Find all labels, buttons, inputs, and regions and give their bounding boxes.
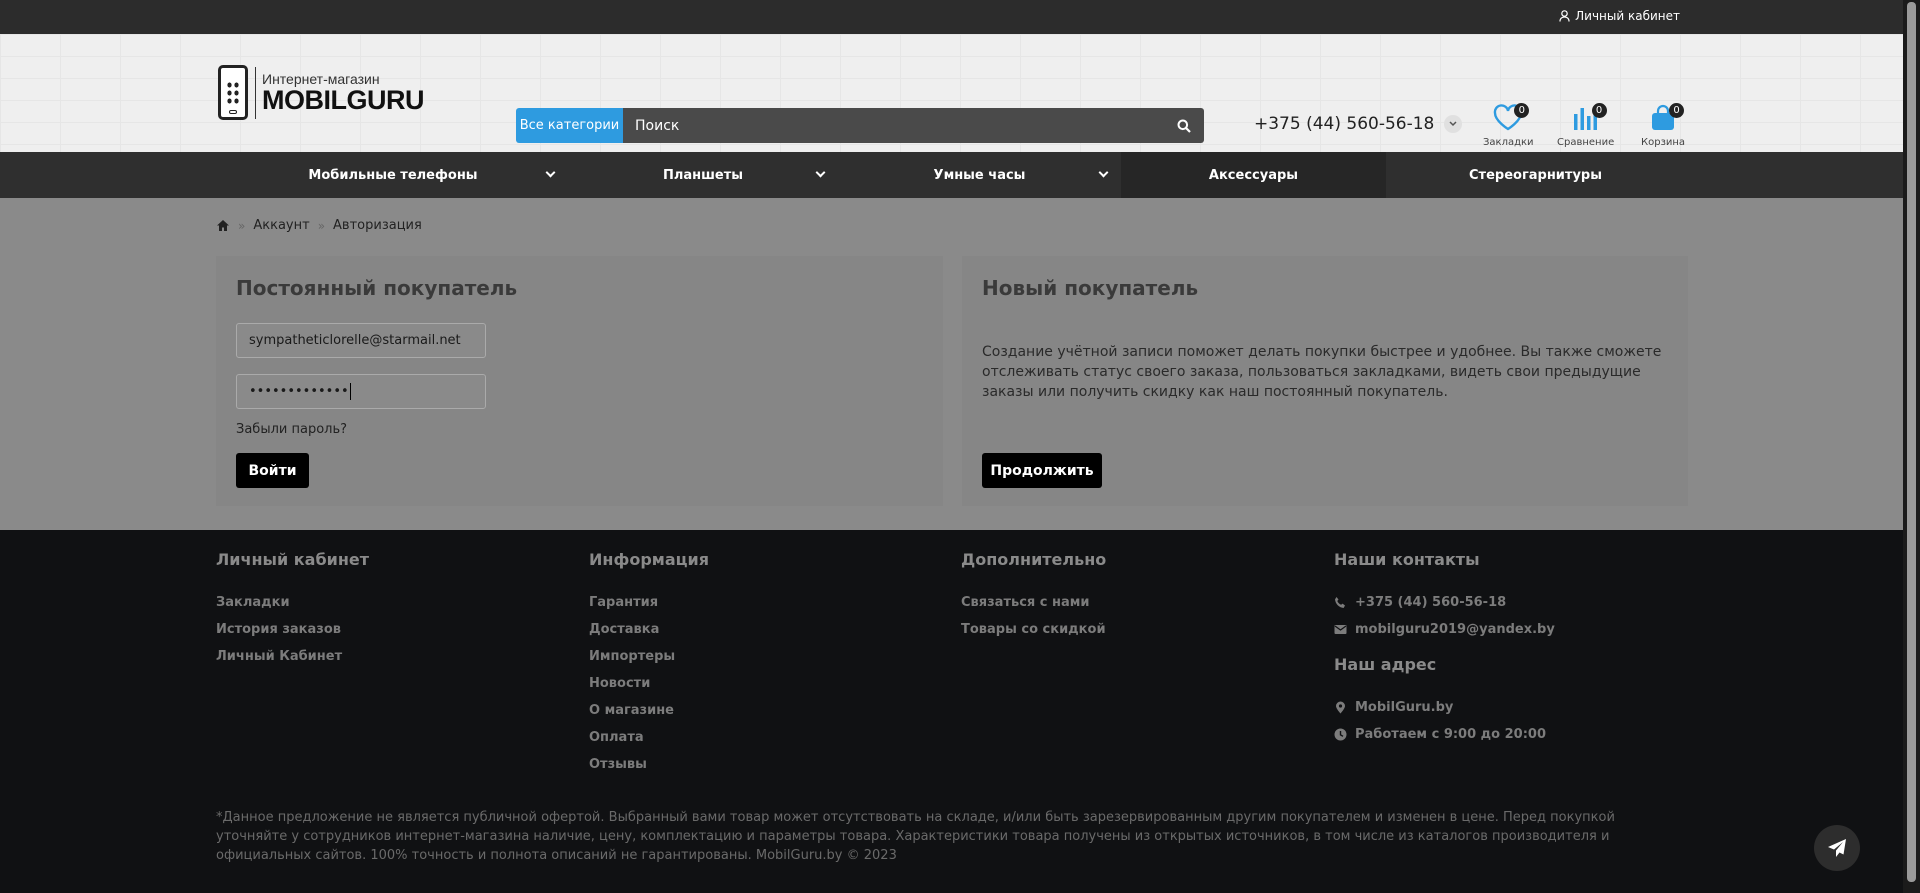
footer-link[interactable]: Доставка <box>589 616 709 643</box>
breadcrumb-account[interactable]: Аккаунт <box>253 218 309 233</box>
email-field[interactable]: sympatheticlorelle@starmail.net <box>236 323 486 358</box>
account-link[interactable]: Личный кабинет <box>1559 9 1680 23</box>
logo[interactable]: Интернет-магазин MOBILGURU <box>218 65 424 120</box>
login-button[interactable]: Войти <box>236 453 309 488</box>
search-icon <box>1177 119 1191 133</box>
top-bar: Личный кабинет <box>0 0 1920 34</box>
footer-link[interactable]: История заказов <box>216 616 369 643</box>
footer-address: MobilGuru.by <box>1334 694 1555 721</box>
footer-link[interactable]: Товары со скидкой <box>961 616 1106 643</box>
register-description: Создание учётной записи поможет делать п… <box>982 344 1662 400</box>
footer-link[interactable]: Отзывы <box>589 751 709 778</box>
search-input[interactable]: Поиск <box>623 108 1164 143</box>
clock-icon <box>1334 728 1347 741</box>
footer-address-title: Наш адрес <box>1334 655 1437 674</box>
chevron-down-icon <box>815 167 826 178</box>
map-pin-icon <box>1336 701 1345 714</box>
register-panel: Новый покупатель Создание учётной записи… <box>962 256 1688 506</box>
cart-count: 0 <box>1669 103 1685 118</box>
bookmarks-count: 0 <box>1514 103 1530 118</box>
forgot-password-link[interactable]: Забыли пароль? <box>236 422 347 437</box>
cart-label: Корзина <box>1641 137 1686 148</box>
breadcrumb-separator: » <box>317 218 326 233</box>
footer-extra-title: Дополнительно <box>961 550 1107 569</box>
bookmarks-label: Закладки <box>1483 137 1534 148</box>
nav-mobile-phones[interactable]: Мобильные телефоны <box>218 152 568 198</box>
footer-email-text: mobilguru2019@yandex.by <box>1355 622 1555 637</box>
nav-label: Стереогарнитуры <box>1469 167 1602 183</box>
nav-smart-watches[interactable]: Умные часы <box>838 152 1121 198</box>
scrollbar[interactable] <box>1903 0 1920 893</box>
search-button[interactable] <box>1164 108 1204 143</box>
user-icon <box>1559 10 1570 22</box>
register-title: Новый покупатель <box>982 276 1199 300</box>
compare-label: Сравнение <box>1557 137 1615 148</box>
breadcrumb-separator: » <box>238 218 246 233</box>
header: Интернет-магазин MOBILGURU Все категории… <box>0 34 1920 152</box>
account-label: Личный кабинет <box>1575 9 1680 23</box>
footer-account-title: Личный кабинет <box>216 550 370 569</box>
paper-plane-icon <box>1828 839 1846 857</box>
footer-link[interactable]: Импортеры <box>589 643 709 670</box>
category-select[interactable]: Все категории <box>516 108 623 143</box>
login-title: Постоянный покупатель <box>236 276 518 300</box>
footer-link[interactable]: Оплата <box>589 724 709 751</box>
chevron-down-icon <box>1098 167 1109 178</box>
footer-info-title: Информация <box>589 550 709 569</box>
logo-title: MOBILGURU <box>262 85 424 115</box>
phone-icon <box>1335 597 1345 608</box>
phone-dropdown[interactable]: +375 (44) 560-56-18 <box>1254 114 1463 134</box>
nav-headsets[interactable]: Стереогарнитуры <box>1386 152 1685 198</box>
chevron-down-icon <box>1444 115 1463 133</box>
logo-phone-icon <box>218 65 248 120</box>
bookmarks-button[interactable]: 0 Закладки <box>1483 103 1534 148</box>
nav-label: Умные часы <box>933 167 1026 183</box>
footer-info-column: Информация Гарантия Доставка Импортеры Н… <box>589 550 709 778</box>
footer-extra-column: Дополнительно Связаться с нами Товары со… <box>961 550 1106 643</box>
password-value: ••••••••••••• <box>249 384 349 399</box>
footer-email[interactable]: mobilguru2019@yandex.by <box>1334 616 1555 643</box>
cart-button[interactable]: 0 Корзина <box>1641 103 1686 148</box>
nav-label: Аксессуары <box>1208 167 1299 183</box>
nav-label: Мобильные телефоны <box>308 167 478 183</box>
nav-accessories[interactable]: Аксессуары <box>1121 152 1386 198</box>
footer-link[interactable]: Закладки <box>216 589 369 616</box>
home-icon[interactable] <box>216 219 230 232</box>
footer-link[interactable]: Новости <box>589 670 709 697</box>
nav-tablets[interactable]: Планшеты <box>568 152 838 198</box>
footer-hours: Работаем с 9:00 до 20:00 <box>1334 721 1555 748</box>
footer-link[interactable]: Личный Кабинет <box>216 643 369 670</box>
search-bar: Все категории Поиск <box>516 108 1204 143</box>
envelope-icon <box>1334 625 1347 634</box>
chevron-down-icon <box>545 167 556 178</box>
footer-contacts-column: Наши контакты +375 (44) 560-56-18 mobilg… <box>1334 550 1555 748</box>
breadcrumb-login[interactable]: Авторизация <box>333 218 422 233</box>
footer-hours-text: Работаем с 9:00 до 20:00 <box>1355 727 1547 742</box>
footer-disclaimer: *Данное предложение не является публично… <box>216 810 1615 863</box>
continue-button[interactable]: Продолжить <box>982 453 1102 488</box>
login-panel: Постоянный покупатель sympatheticlorelle… <box>216 256 943 506</box>
nav-label: Планшеты <box>662 167 744 183</box>
footer-account-column: Личный кабинет Закладки История заказов … <box>216 550 369 670</box>
breadcrumb: » Аккаунт » Авторизация <box>216 218 422 233</box>
header-phone: +375 (44) 560-56-18 <box>1254 114 1435 134</box>
footer-phone[interactable]: +375 (44) 560-56-18 <box>1334 589 1555 616</box>
main-content: » Аккаунт » Авторизация Постоянный покуп… <box>0 198 1920 530</box>
footer: Личный кабинет Закладки История заказов … <box>0 530 1920 885</box>
main-nav: Мобильные телефоны Планшеты Умные часы А… <box>0 152 1920 198</box>
send-message-button[interactable] <box>1814 825 1860 871</box>
footer-address-text: MobilGuru.by <box>1355 700 1454 715</box>
footer-phone-text: +375 (44) 560-56-18 <box>1355 595 1507 610</box>
footer-link[interactable]: Связаться с нами <box>961 589 1106 616</box>
compare-count: 0 <box>1591 103 1607 118</box>
footer-contacts-title: Наши контакты <box>1334 550 1480 569</box>
password-field[interactable]: ••••••••••••• <box>236 374 486 409</box>
footer-link[interactable]: Гарантия <box>589 589 709 616</box>
footer-link[interactable]: О магазине <box>589 697 709 724</box>
compare-button[interactable]: 0 Сравнение <box>1557 103 1615 148</box>
